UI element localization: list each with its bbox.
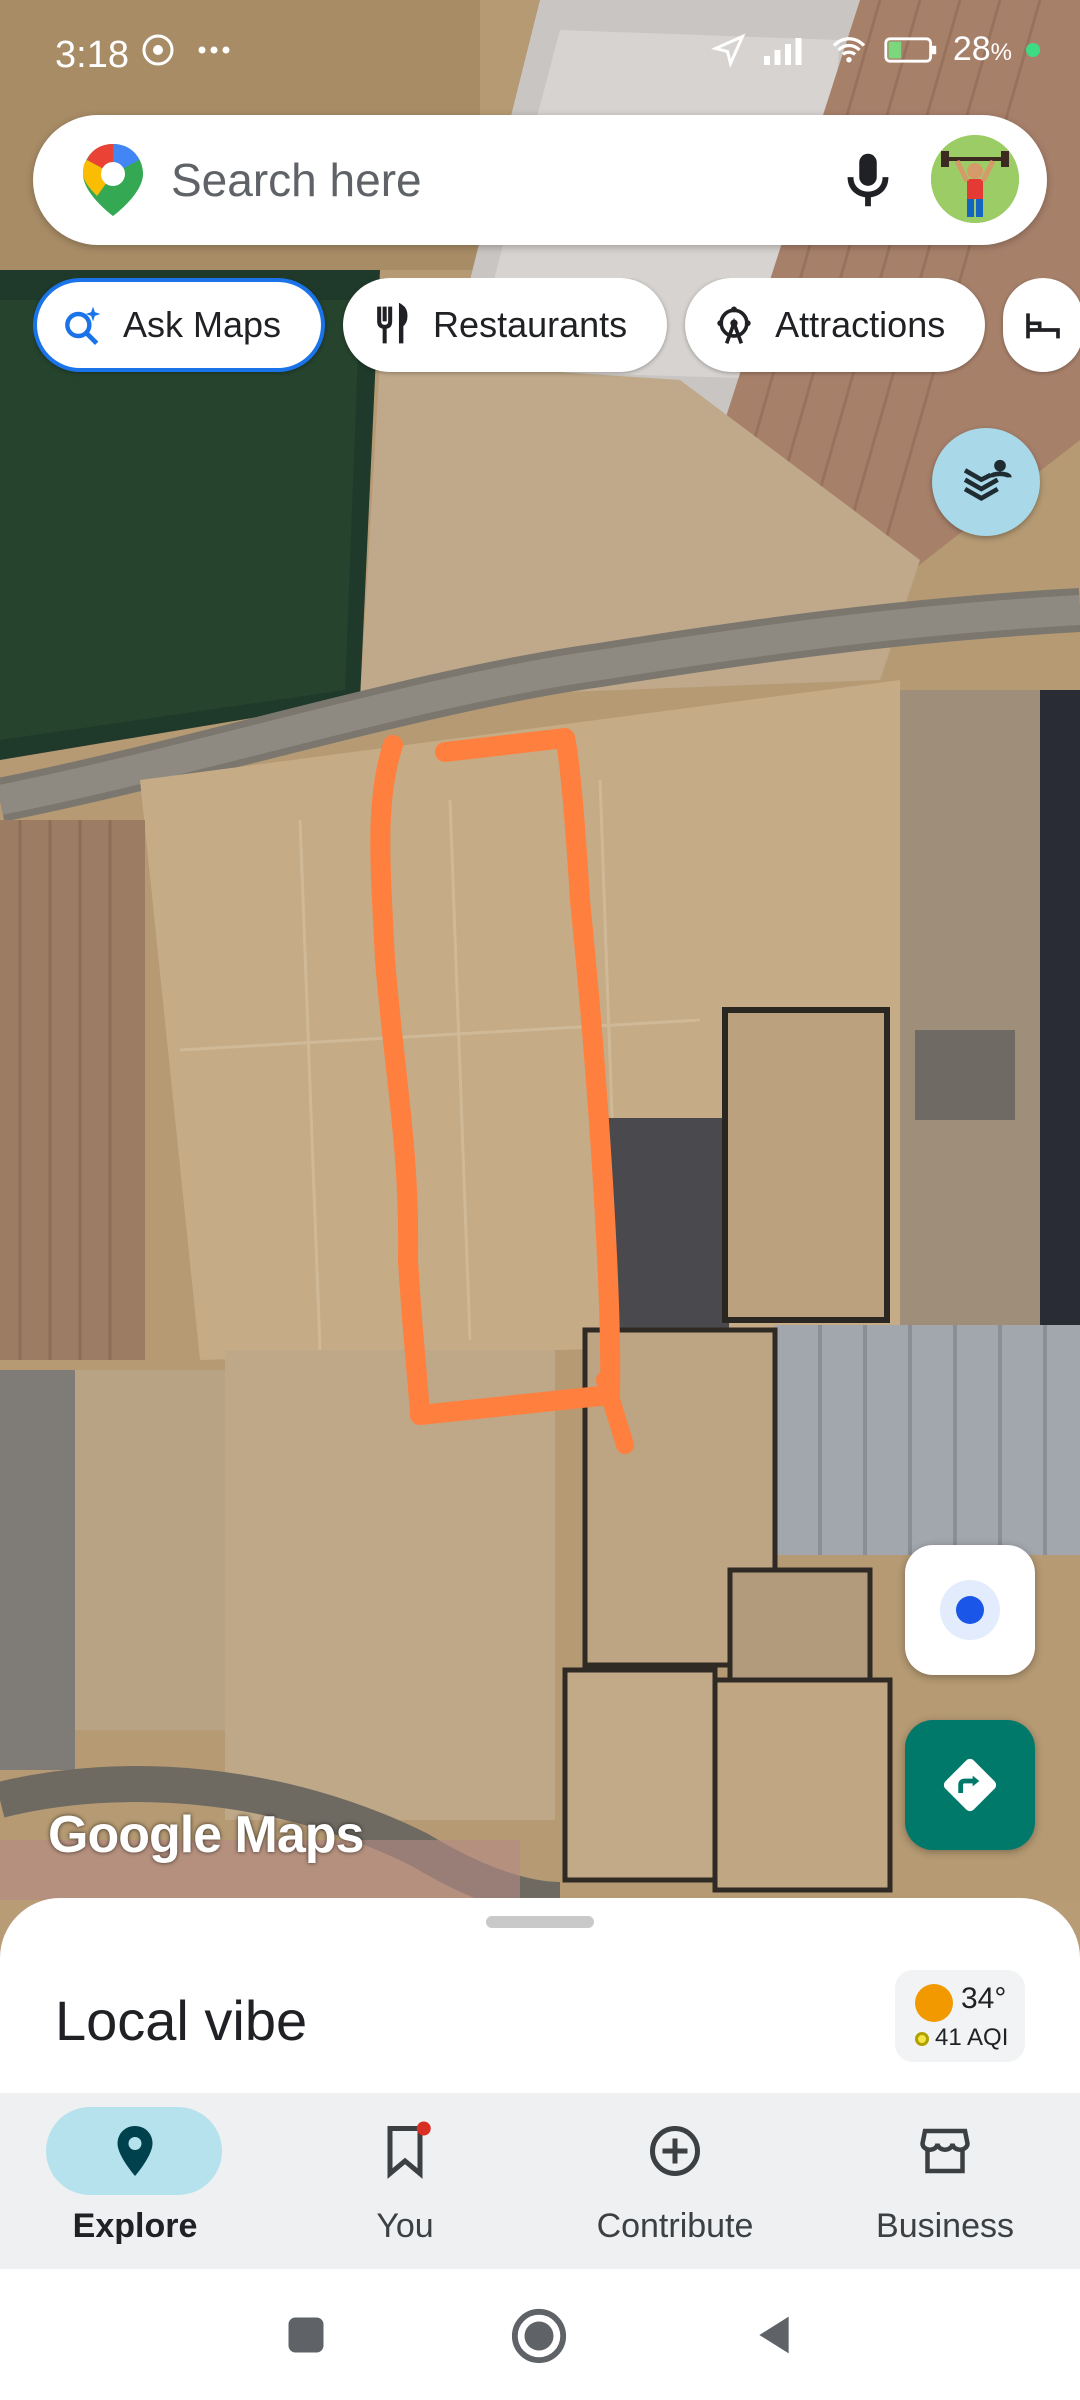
sheet-title: Local vibe bbox=[55, 1989, 308, 2052]
category-chips: Ask Maps Restaurants Attractions bbox=[33, 278, 1080, 378]
search-input[interactable]: Search here bbox=[171, 153, 422, 207]
add-circle-icon bbox=[650, 2126, 700, 2176]
enclosure bbox=[722, 1007, 890, 1323]
aqi-value: 41 AQI bbox=[935, 2024, 1009, 2051]
plot bbox=[712, 1677, 893, 1893]
map-watermark: Google Maps bbox=[48, 1806, 364, 1864]
chip-label: Attractions bbox=[775, 304, 946, 345]
ferris-wheel-icon bbox=[711, 302, 757, 348]
temperature: 34° bbox=[961, 1982, 1007, 2015]
whatsapp-icon bbox=[142, 34, 230, 66]
location-arrow-icon bbox=[710, 33, 746, 68]
layers-icon bbox=[963, 459, 1012, 502]
green-dot-icon bbox=[1026, 42, 1040, 57]
google-maps-logo-icon bbox=[83, 144, 143, 216]
layers-button[interactable] bbox=[932, 428, 1040, 536]
status-time: 3:18 bbox=[55, 34, 129, 76]
my-location-icon bbox=[940, 1580, 1000, 1640]
fork-knife-icon bbox=[369, 302, 415, 348]
hotel-icon bbox=[1023, 302, 1063, 348]
sheet-drag-handle[interactable] bbox=[486, 1916, 594, 1928]
bookmark-icon bbox=[387, 2121, 431, 2179]
chip-attractions[interactable]: Attractions bbox=[685, 278, 986, 372]
location-pin-icon bbox=[117, 2126, 153, 2176]
storefront-icon bbox=[920, 2128, 970, 2174]
wifi-icon bbox=[832, 36, 865, 62]
status-right: 28% bbox=[710, 30, 1040, 69]
signal-icon bbox=[763, 37, 802, 65]
sparkle-search-icon bbox=[59, 302, 105, 348]
sun-icon bbox=[915, 1984, 953, 2022]
nav-contribute[interactable]: Contribute bbox=[540, 2093, 810, 2269]
plot bbox=[562, 1667, 718, 1883]
my-location-button[interactable] bbox=[905, 1545, 1035, 1675]
chip-restaurants[interactable]: Restaurants bbox=[343, 278, 668, 372]
weightlifter-avatar-icon bbox=[931, 135, 1019, 223]
battery-icon bbox=[884, 36, 937, 63]
aqi-dot-icon bbox=[915, 2032, 929, 2046]
chip-label: Ask Maps bbox=[123, 304, 282, 345]
building bbox=[603, 1118, 729, 1328]
field bbox=[225, 1350, 555, 1820]
search-bar[interactable]: Search here bbox=[33, 115, 1047, 245]
system-navigation-bar bbox=[0, 2269, 1080, 2400]
bottom-sheet[interactable]: Local vibe 34° 41 AQI bbox=[0, 1898, 1080, 2093]
chip-more[interactable] bbox=[1003, 278, 1080, 372]
nav-you[interactable]: You bbox=[270, 2093, 540, 2269]
avatar[interactable] bbox=[931, 135, 1019, 223]
field bbox=[0, 820, 145, 1360]
buildings bbox=[0, 1370, 75, 1770]
nav-explore[interactable]: Explore bbox=[0, 2093, 270, 2269]
directions-button[interactable] bbox=[905, 1720, 1035, 1850]
chip-ask-maps[interactable]: Ask Maps bbox=[33, 278, 326, 372]
nav-business[interactable]: Business bbox=[810, 2093, 1080, 2269]
status-bar: 3:18 28% bbox=[0, 0, 1080, 110]
weather-chip[interactable]: 34° 41 AQI bbox=[895, 1970, 1025, 2062]
microphone-icon[interactable] bbox=[833, 145, 903, 215]
back-button-icon[interactable] bbox=[752, 2311, 796, 2359]
bottom-navigation: Explore You Contribute Business bbox=[0, 2093, 1080, 2269]
battery-percent: 28% bbox=[952, 30, 1012, 68]
nav-label: You bbox=[376, 2207, 434, 2245]
nav-label: Explore bbox=[72, 2207, 198, 2245]
notification-icons bbox=[140, 30, 250, 79]
home-button-icon[interactable] bbox=[510, 2307, 568, 2365]
nav-label: Contribute bbox=[596, 2207, 754, 2245]
directions-icon bbox=[943, 1758, 997, 1812]
nav-label: Business bbox=[876, 2207, 1014, 2245]
chip-label: Restaurants bbox=[433, 304, 628, 345]
recents-button-icon[interactable] bbox=[285, 2314, 327, 2356]
